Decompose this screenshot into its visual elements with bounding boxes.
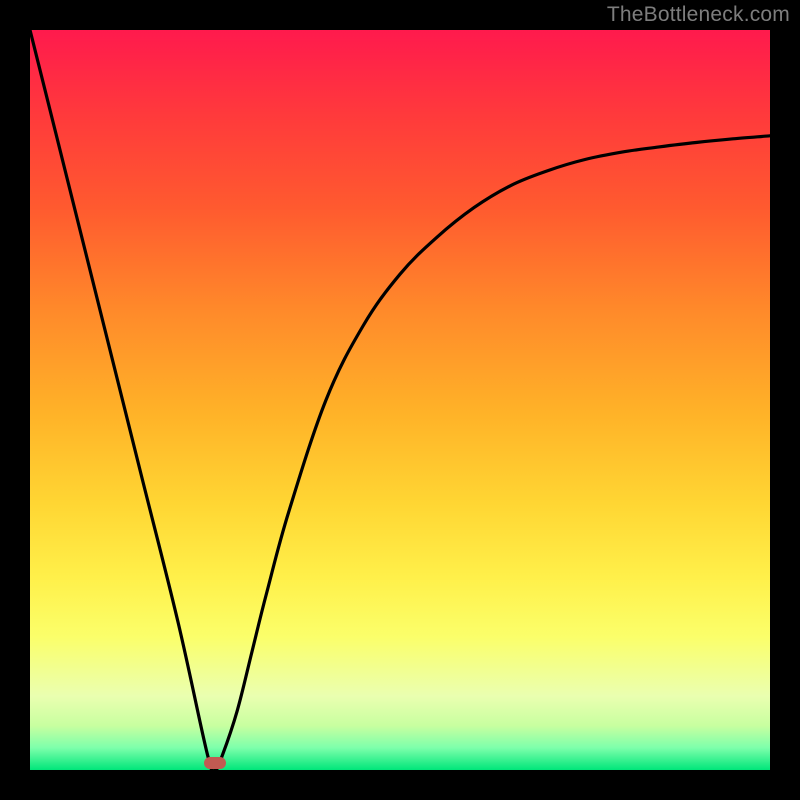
- chart-frame: TheBottleneck.com: [0, 0, 800, 800]
- optimal-marker: [204, 757, 226, 769]
- plot-area: [30, 30, 770, 770]
- watermark-text: TheBottleneck.com: [607, 3, 790, 27]
- bottleneck-curve: [30, 30, 770, 770]
